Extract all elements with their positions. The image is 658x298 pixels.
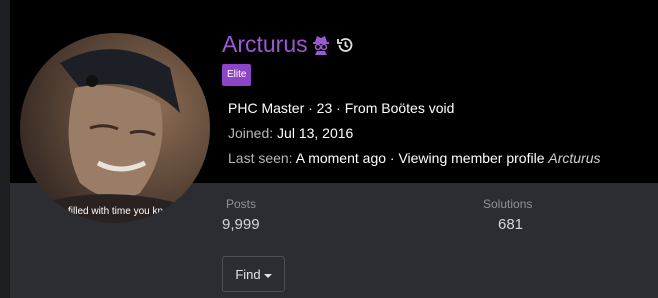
last-seen-value: A moment ago · Viewing member profile xyxy=(295,150,545,166)
headline: PHC Master · 23 · From Boötes void xyxy=(228,100,454,116)
side-strip xyxy=(0,0,10,298)
history-icon[interactable] xyxy=(336,36,354,54)
avatar-caption: filled with time you kn xyxy=(68,206,163,217)
name-row: Arcturus xyxy=(222,28,354,60)
user-title-badge: Elite xyxy=(222,64,252,86)
last-seen-row: Last seen: A moment ago · Viewing member… xyxy=(228,150,601,166)
solutions-value[interactable]: 681 xyxy=(498,216,523,233)
avatar[interactable]: filled with time you kn xyxy=(20,33,210,223)
caret-down-icon xyxy=(263,273,272,278)
spy-icon xyxy=(312,36,329,55)
username-link[interactable]: Arcturus xyxy=(222,29,308,59)
posts-label: Posts xyxy=(226,197,257,211)
posts-value[interactable]: 9,999 xyxy=(222,216,260,233)
joined-row: Joined: Jul 13, 2016 xyxy=(228,125,353,141)
find-label: Find xyxy=(235,267,261,282)
avatar-image: filled with time you kn xyxy=(20,33,210,223)
headline-text: PHC Master · 23 · From Boötes void xyxy=(228,100,455,116)
solutions-label: Solutions xyxy=(483,197,533,211)
last-seen-label: Last seen: xyxy=(228,150,293,166)
last-seen-target-link[interactable]: Arcturus xyxy=(548,150,600,166)
find-button[interactable]: Find xyxy=(222,256,285,292)
joined-value: Jul 13, 2016 xyxy=(277,125,354,141)
joined-label: Joined: xyxy=(228,125,274,141)
